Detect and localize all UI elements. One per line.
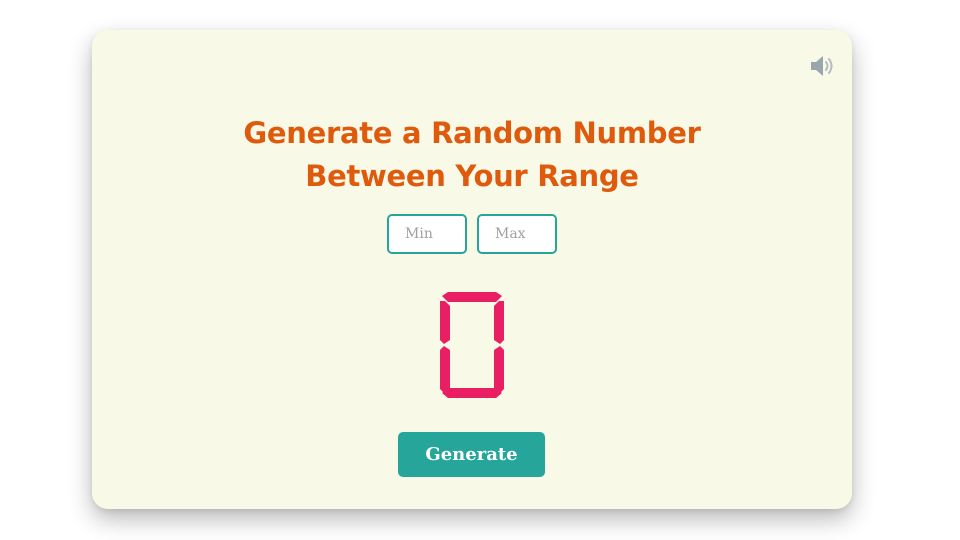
max-input[interactable]: [477, 214, 557, 254]
segment-c: [494, 346, 504, 394]
speaker-volume-icon[interactable]: [808, 52, 836, 80]
generate-button[interactable]: Generate: [398, 432, 545, 477]
range-inputs: [92, 214, 852, 254]
segment-f: [440, 301, 450, 344]
result-display: 0: [440, 292, 504, 398]
generator-card: Generate a Random Number Between Your Ra…: [92, 30, 852, 509]
min-input[interactable]: [387, 214, 467, 254]
seven-segment-digit: [440, 292, 504, 398]
title-line-2: Between Your Range: [305, 159, 639, 193]
segment-a: [442, 292, 502, 302]
segment-e: [440, 346, 450, 394]
segment-d: [442, 388, 502, 398]
segment-b: [494, 301, 504, 344]
page-title: Generate a Random Number Between Your Ra…: [92, 112, 852, 198]
title-line-1: Generate a Random Number: [243, 116, 701, 150]
